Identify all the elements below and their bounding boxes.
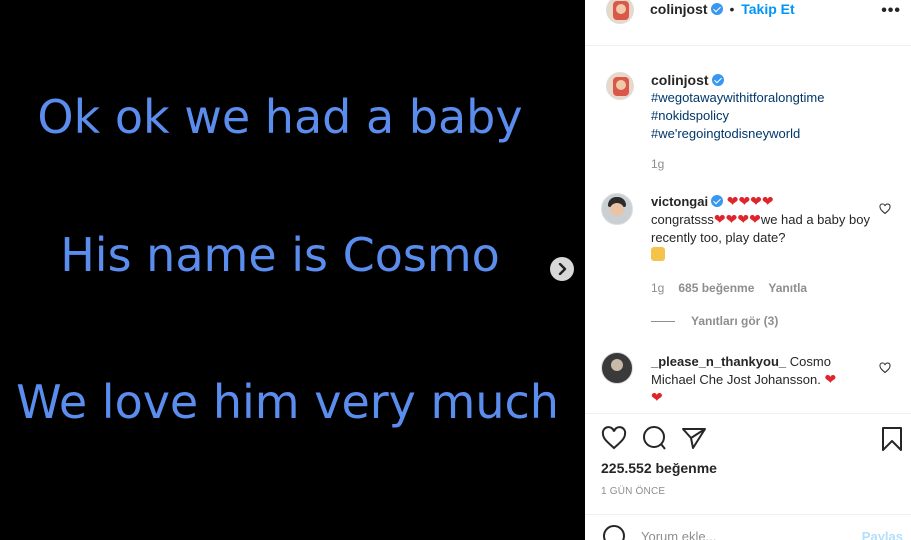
- post-comment-button[interactable]: Paylaş: [862, 529, 903, 540]
- separator: •: [729, 1, 735, 17]
- red-heart-emoji-icon: ❤: [749, 211, 761, 227]
- verified-badge-icon: [711, 195, 724, 207]
- red-heart-emoji-icon: ❤: [737, 211, 750, 227]
- add-comment-bar: Paylaş: [585, 514, 911, 540]
- red-heart-emoji-icon: ❤: [651, 389, 663, 405]
- post-caption: colinjost #wegotawaywithitforalongtime #…: [651, 71, 891, 143]
- caption-timestamp[interactable]: 1g: [651, 157, 664, 171]
- comment-likes[interactable]: 685 beğenme: [678, 281, 754, 295]
- like-count[interactable]: 225.552 beğenme: [601, 460, 717, 476]
- commenter-avatar[interactable]: [601, 193, 633, 225]
- save-bookmark-icon[interactable]: [881, 426, 903, 452]
- post-actions: 225.552 beğenme 1 GÜN ÖNCE Paylaş: [585, 413, 911, 540]
- like-comment-heart-icon[interactable]: [879, 203, 891, 215]
- next-slide-button[interactable]: [550, 257, 574, 281]
- comment-text: victongai ❤❤❤❤ congratsss❤❤❤❤we had a ba…: [651, 193, 871, 266]
- red-heart-emoji-icon: ❤: [824, 371, 837, 387]
- caption-author-avatar[interactable]: [606, 72, 634, 100]
- red-heart-emoji-icon: ❤: [761, 193, 774, 209]
- red-heart-emoji-icon: ❤: [750, 193, 762, 209]
- view-replies-button[interactable]: Yanıtları gör (3): [651, 314, 778, 328]
- caption-username[interactable]: colinjost: [651, 72, 709, 88]
- emoji-smiley-icon[interactable]: [603, 525, 625, 540]
- media-text-line-1: Ok ok we had a baby: [37, 90, 523, 144]
- commenter-username[interactable]: _please_n_thankyou_: [651, 354, 786, 369]
- more-options-icon[interactable]: •••: [881, 2, 901, 20]
- media-text-line-2: His name is Cosmo: [60, 228, 500, 282]
- commenter-avatar[interactable]: [601, 352, 633, 384]
- media-text-line-3: We love him very much: [16, 375, 559, 429]
- hashtag-link[interactable]: #wegotawaywithitforalongtime: [651, 89, 891, 107]
- like-comment-heart-icon[interactable]: [879, 362, 891, 374]
- raised-hands-emoji-icon: [651, 247, 665, 261]
- author-avatar[interactable]: [606, 0, 634, 24]
- post-side-panel: colinjost • Takip Et ••• colinjost #wego…: [585, 0, 911, 540]
- comment-prefix: congratsss: [651, 212, 714, 227]
- hashtag-link[interactable]: #nokidspolicy: [651, 107, 891, 125]
- verified-badge-icon: [711, 74, 724, 86]
- reply-button[interactable]: Yanıtla: [768, 281, 807, 295]
- hashtag-link[interactable]: #we'regoingtodisneyworld: [651, 125, 891, 143]
- comment-meta: 1g 685 beğenme Yanıtla: [651, 281, 807, 295]
- red-heart-emoji-icon: ❤: [726, 193, 739, 209]
- red-heart-emoji-icon: ❤: [713, 211, 726, 227]
- comment-text: _please_n_thankyou_ Cosmo Michael Che Jo…: [651, 353, 871, 407]
- red-heart-emoji-icon: ❤: [738, 193, 751, 209]
- post-media[interactable]: Ok ok we had a baby His name is Cosmo We…: [0, 0, 585, 540]
- comment-timestamp[interactable]: 1g: [651, 281, 664, 295]
- author-username[interactable]: colinjost: [650, 1, 708, 17]
- follow-button[interactable]: Takip Et: [741, 1, 794, 17]
- comment-bubble-icon[interactable]: [641, 426, 667, 450]
- post-date[interactable]: 1 GÜN ÖNCE: [601, 486, 665, 497]
- chevron-right-icon: [558, 263, 567, 275]
- header-user-line: colinjost • Takip Et: [650, 1, 795, 17]
- share-paper-plane-icon[interactable]: [681, 426, 707, 450]
- comment-input[interactable]: [641, 529, 841, 540]
- commenter-username[interactable]: victongai: [651, 194, 708, 209]
- like-heart-icon[interactable]: [601, 426, 627, 450]
- post-header: colinjost • Takip Et •••: [585, 0, 911, 46]
- verified-badge-icon: [710, 3, 723, 15]
- red-heart-emoji-icon: ❤: [725, 211, 738, 227]
